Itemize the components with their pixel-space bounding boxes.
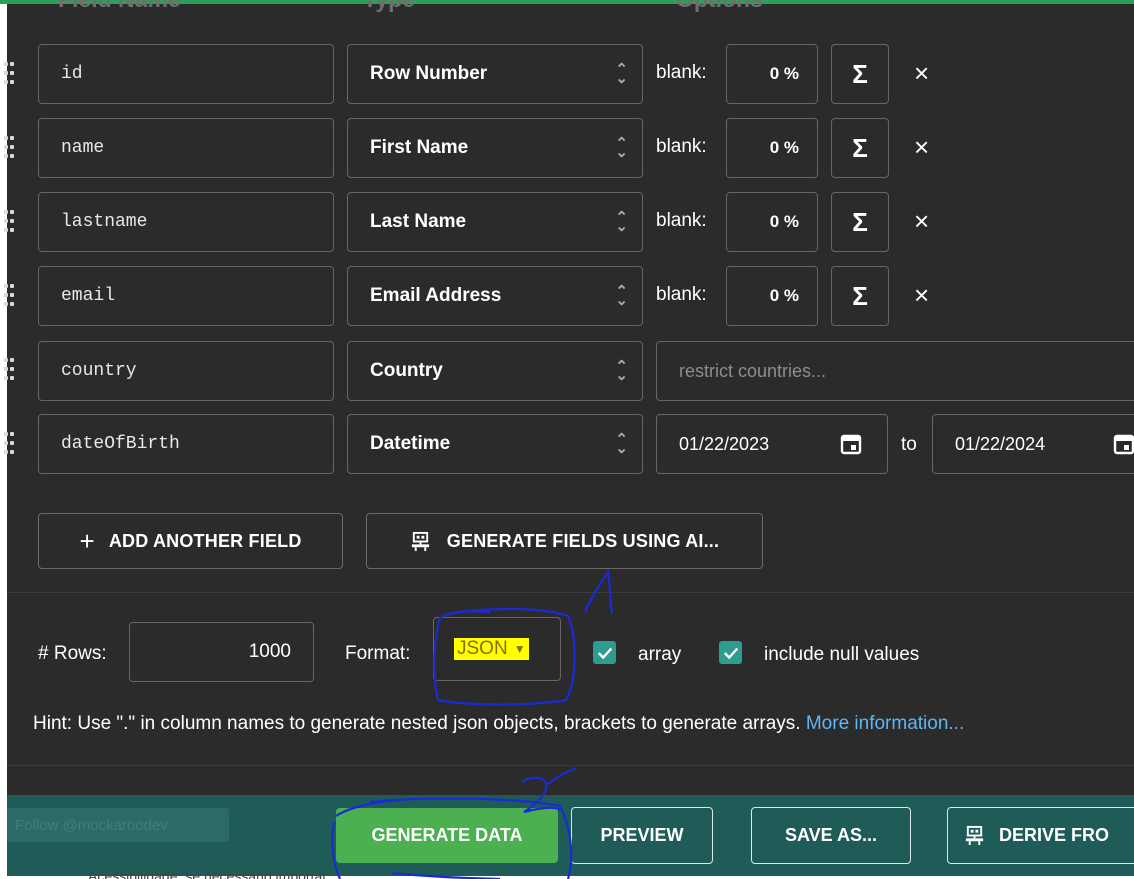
divider xyxy=(7,592,1134,593)
derive-from-button[interactable]: DERIVE FRO xyxy=(947,807,1134,864)
save-as-button[interactable]: SAVE AS... xyxy=(751,807,911,864)
below-fold-text: Acessibilidade: se necessário importar xyxy=(88,868,327,879)
generate-fields-ai-button[interactable]: GENERATE FIELDS USING AI... xyxy=(366,513,763,569)
updown-icon: ⌃ ⌄ xyxy=(615,358,628,384)
updown-icon: ⌃ ⌄ xyxy=(615,209,628,235)
field-type-label: First Name xyxy=(370,137,469,158)
drag-handle-icon[interactable] xyxy=(4,62,16,86)
checkmark-icon xyxy=(597,647,612,659)
field-name-input[interactable]: country xyxy=(38,341,334,401)
mockaroo-schema-editor: Field Name Type Options id Row Number⌃⌄ … xyxy=(0,0,1134,879)
updown-icon: ⌃ ⌄ xyxy=(615,135,628,161)
header-type: Type xyxy=(363,0,415,13)
field-name-input[interactable]: dateOfBirth xyxy=(38,414,334,474)
follow-twitter-button[interactable]: Follow @mockaroodev xyxy=(7,808,229,842)
updown-icon: ⌃ ⌄ xyxy=(615,283,628,309)
date-from-input[interactable]: 01/22/2023 xyxy=(656,414,888,474)
rows-input[interactable]: 1000 xyxy=(129,622,314,682)
drag-handle-icon[interactable] xyxy=(4,358,16,382)
blank-percent-input[interactable]: 0 % xyxy=(726,192,818,252)
restrict-countries-input[interactable]: restrict countries... xyxy=(656,341,1134,401)
updown-icon: ⌃ ⌄ xyxy=(615,431,628,457)
checkmark-icon xyxy=(723,647,738,659)
array-checkbox[interactable] xyxy=(593,641,616,664)
field-name-input[interactable]: id xyxy=(38,44,334,104)
format-select[interactable]: JSON ▼ xyxy=(433,617,561,681)
date-from-value: 01/22/2023 xyxy=(679,433,770,454)
hint-text: Hint: Use "." in column names to generat… xyxy=(33,713,964,735)
field-type-label: Email Address xyxy=(370,285,502,306)
formula-button[interactable]: Σ xyxy=(831,118,889,178)
field-type-select[interactable]: Last Name ⌃ ⌄ xyxy=(347,192,643,252)
field-type-label: Last Name xyxy=(370,211,467,232)
remove-field-icon[interactable]: × xyxy=(914,134,929,160)
field-type-select[interactable]: Datetime ⌃ ⌄ xyxy=(347,414,643,474)
blank-label: blank: xyxy=(656,62,707,83)
drag-handle-icon[interactable] xyxy=(4,136,16,160)
preview-button[interactable]: PREVIEW xyxy=(571,807,713,864)
blank-percent-input[interactable]: 0 % xyxy=(726,118,818,178)
format-label: Format: xyxy=(345,643,411,664)
divider xyxy=(7,765,1134,766)
field-type-label: Row Number xyxy=(370,63,488,84)
date-to-input[interactable]: 01/22/2024 xyxy=(932,414,1134,474)
field-type-select[interactable]: Email Address ⌃ ⌄ xyxy=(347,266,643,326)
hint-body: Hint: Use "." in column names to generat… xyxy=(33,713,806,734)
include-null-checkbox[interactable] xyxy=(719,641,742,664)
add-field-label: ADD ANOTHER FIELD xyxy=(108,530,302,551)
date-to-label: to xyxy=(901,434,917,455)
more-information-link[interactable]: More information... xyxy=(806,713,964,734)
robot-icon xyxy=(965,825,984,846)
remove-field-icon[interactable]: × xyxy=(914,60,929,86)
field-type-label: Datetime xyxy=(370,433,451,454)
blank-label: blank: xyxy=(656,284,707,305)
plus-icon: + xyxy=(79,525,95,556)
follow-label: Follow @mockaroodev xyxy=(15,816,168,834)
caret-down-icon: ▼ xyxy=(510,638,529,660)
drag-handle-icon[interactable] xyxy=(4,210,16,234)
generate-ai-label: GENERATE FIELDS USING AI... xyxy=(446,530,720,551)
formula-button[interactable]: Σ xyxy=(831,192,889,252)
formula-button[interactable]: Σ xyxy=(831,44,889,104)
format-value: JSON xyxy=(454,638,511,660)
include-null-label: include null values xyxy=(764,644,920,665)
field-type-label: Country xyxy=(370,360,443,381)
rows-label: # Rows: xyxy=(38,643,107,664)
calendar-icon[interactable] xyxy=(840,433,862,455)
generate-data-button[interactable]: GENERATE DATA xyxy=(336,808,558,863)
remove-field-icon[interactable]: × xyxy=(914,208,929,234)
blank-label: blank: xyxy=(656,136,707,157)
drag-handle-icon[interactable] xyxy=(4,432,16,456)
field-type-select[interactable]: Country ⌃ ⌄ xyxy=(347,341,643,401)
field-name-input[interactable]: email xyxy=(38,266,334,326)
add-another-field-button[interactable]: + ADD ANOTHER FIELD xyxy=(38,513,343,569)
header-field-name: Field Name xyxy=(58,0,181,13)
field-name-input[interactable]: name xyxy=(38,118,334,178)
date-to-value: 01/22/2024 xyxy=(955,433,1046,454)
header-options: Options xyxy=(676,0,763,13)
array-label: array xyxy=(638,644,682,665)
blank-percent-input[interactable]: 0 % xyxy=(726,44,818,104)
formula-button[interactable]: Σ xyxy=(831,266,889,326)
robot-icon xyxy=(411,531,429,551)
field-type-select[interactable]: First Name ⌃ ⌄ xyxy=(347,118,643,178)
remove-field-icon[interactable]: × xyxy=(914,282,929,308)
field-name-input[interactable]: lastname xyxy=(38,192,334,252)
blank-label: blank: xyxy=(656,210,707,231)
calendar-icon[interactable] xyxy=(1113,433,1134,455)
field-type-select[interactable]: Row Number ⌃ ⌄ xyxy=(347,44,643,104)
derive-label: DERIVE FRO xyxy=(999,825,1110,845)
drag-handle-icon[interactable] xyxy=(4,284,16,308)
blank-percent-input[interactable]: 0 % xyxy=(726,266,818,326)
updown-icon: ⌃ ⌄ xyxy=(615,61,628,87)
